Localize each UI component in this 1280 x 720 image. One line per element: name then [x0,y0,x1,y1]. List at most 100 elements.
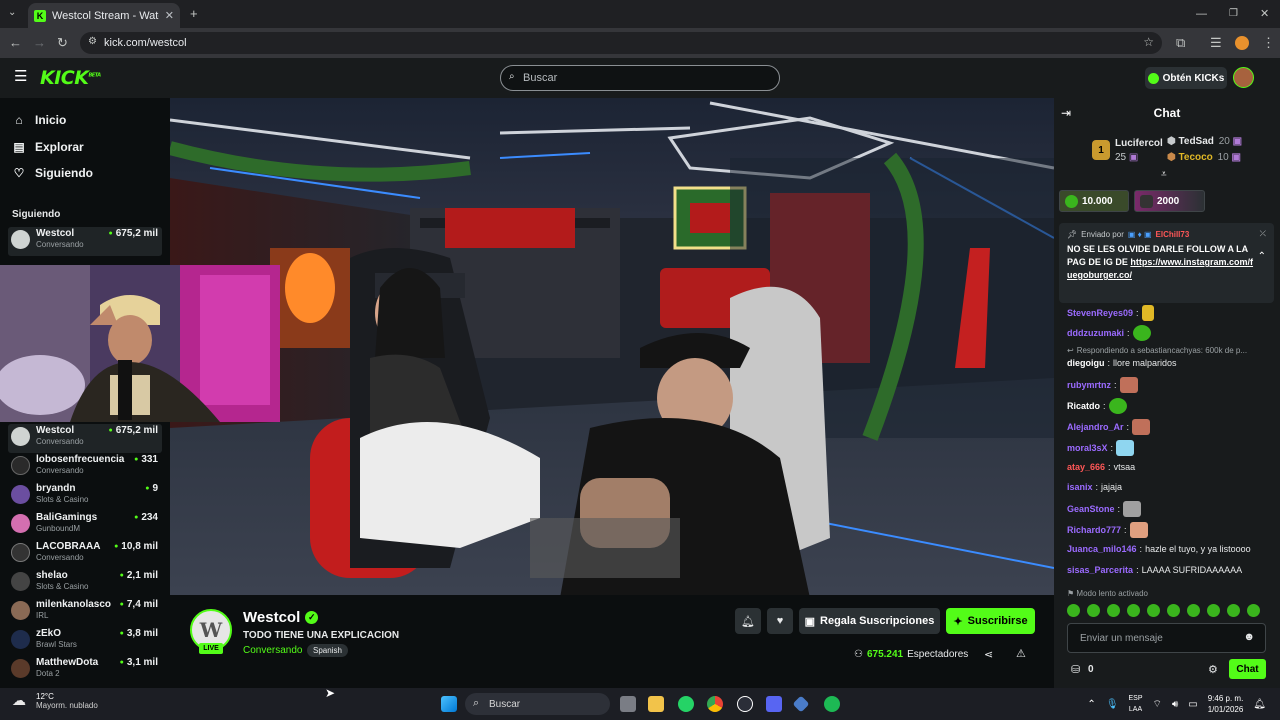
notifications-icon[interactable]: 🔔︎ [1253,699,1266,710]
site-info-icon[interactable]: ⚙ [88,36,97,47]
hamburger-menu-icon[interactable]: ☰ [14,67,27,85]
restore-icon[interactable]: ❐ [1229,0,1238,29]
pinned-sender[interactable]: ElChill73 [1156,230,1190,239]
wifi-icon[interactable]: ⌔ [1153,698,1162,711]
following-channel-westcol[interactable]: Westcol Conversando 675,2 mil [8,227,162,256]
gift-goal[interactable]: 2000 [1134,190,1205,212]
tab-search-icon[interactable]: ⌄ [8,0,16,28]
recommended-channel[interactable]: shelao Slots & Casino 2,1 mil [8,569,162,598]
bookmark-star-icon[interactable]: ☆ [1143,35,1154,49]
chat-username[interactable]: sisas_Parcerita [1067,565,1133,575]
discord-icon[interactable] [766,696,782,712]
chat-send-button[interactable]: Chat [1229,659,1266,679]
recommended-channel[interactable]: LACOBRAAA Conversando 10,8 mil [8,540,162,569]
stream-category[interactable]: Conversando [243,645,302,656]
chat-username[interactable]: atay_666 [1067,462,1105,472]
app-icon[interactable] [792,695,810,713]
spotify-icon[interactable] [824,696,840,712]
recommended-channel[interactable]: milenkanolasco IRL 7,4 mil [8,598,162,627]
nav-explore[interactable]: ▤ Explorar [12,140,83,154]
chat-username[interactable]: Juanca_milo146 [1067,544,1137,554]
leaderboard-entry[interactable]: ⬢ TedSad 20 ▣ [1167,136,1242,147]
chat-username[interactable]: GeanStone [1067,504,1115,514]
chat-settings-icon[interactable]: ⚙ [1208,663,1218,676]
back-icon[interactable]: ← [9,28,22,58]
emote-button[interactable] [1127,604,1140,617]
chat-username[interactable]: dddzuzumaki [1067,328,1124,338]
obs-icon[interactable] [737,696,753,712]
recommended-channel[interactable]: BaliGamings GunboundM 234 [8,511,162,540]
emote-button[interactable] [1247,604,1260,617]
tab-close-icon[interactable]: ✕ [165,9,174,22]
emote-button[interactable] [1067,604,1080,617]
weather-widget[interactable]: ☁ 12°C Mayorm. nublado [12,692,98,710]
reload-icon[interactable]: ↻ [57,28,68,58]
emote-button[interactable] [1167,604,1180,617]
minimize-icon[interactable]: — [1196,0,1207,29]
chat-username[interactable]: diegoigu [1067,358,1105,368]
expand-leaderboard-icon[interactable]: ⩡ [1161,169,1167,180]
close-window-icon[interactable]: ✕ [1260,0,1269,29]
collapse-pinned-icon[interactable]: ⌃ [1258,251,1266,262]
gift-goal[interactable]: 10.000 [1059,190,1129,212]
chrome-icon[interactable] [707,696,723,712]
tray-chevron-icon[interactable]: ⌃ [1087,699,1095,710]
leaderboard-entry[interactable]: ⬢ Tecoco 10 ▣ [1167,152,1241,163]
recommended-channel[interactable]: Westcol Conversando 675,2 mil [8,424,162,453]
nav-home[interactable]: ⌂ Inicio [12,113,66,127]
emote-button[interactable] [1087,604,1100,617]
whatsapp-icon[interactable] [678,696,694,712]
chat-message-input[interactable]: Enviar un mensaje ☻ [1067,623,1266,653]
emote-button[interactable] [1147,604,1160,617]
follow-heart-button[interactable]: ♥ [767,608,793,634]
forward-icon[interactable]: → [33,28,46,58]
share-icon[interactable]: ⋖ [984,648,993,661]
subscribe-button[interactable]: ✦ Suscribirse [946,608,1035,634]
kick-logo[interactable]: KICKBETA [40,67,101,89]
chat-username[interactable]: isanix [1067,482,1093,492]
chat-username[interactable]: StevenReyes09 [1067,308,1133,318]
file-explorer-icon[interactable] [648,696,664,712]
leaderboard-entry[interactable]: Lucifercol [1115,138,1163,149]
emote-button[interactable] [1207,604,1220,617]
emote-button[interactable] [1227,604,1240,617]
video-player[interactable] [170,98,1054,595]
reply-context[interactable]: ↩ Respondiendo a sebastiancachyas: 600k … [1067,346,1247,355]
report-icon[interactable]: ⚠ [1016,647,1026,660]
recommended-channel[interactable]: zEkO Brawl Stars 3,8 mil [8,627,162,656]
notification-bell-button[interactable]: 🔔︎ [735,608,761,634]
start-windows-icon[interactable] [441,696,457,712]
recommended-channel[interactable]: lobosenfrecuencia Conversando 331 [8,453,162,482]
microphone-icon[interactable]: 🎙︎ [1106,699,1119,710]
volume-icon[interactable]: 🔊︎ [1172,699,1178,710]
gift-subs-button[interactable]: ▣ Regala Suscripciones [799,608,940,634]
profile-avatar-icon[interactable] [1235,36,1249,50]
menu-dots-icon[interactable]: ⋮ [1262,28,1275,58]
language-tag[interactable]: Spanish [307,644,348,657]
new-tab-button[interactable]: + [190,0,198,29]
chat-username[interactable]: Alejandro_Ar [1067,422,1124,432]
reading-list-icon[interactable]: ☰ [1210,28,1222,58]
clock[interactable]: 9:46 p. m. 1/01/2026 [1208,693,1244,715]
url-field[interactable]: ⚙ kick.com/westcol ☆ [80,32,1162,54]
extensions-icon[interactable]: ⧉ [1176,28,1185,58]
language-indicator[interactable]: ESP LAA [1129,693,1143,715]
emote-button[interactable] [1107,604,1120,617]
get-kicks-button[interactable]: Obtén KICKs [1145,67,1227,89]
task-view-icon[interactable] [620,696,636,712]
nav-following[interactable]: ♡ Siguiendo [12,166,93,180]
chat-username[interactable]: Ricatdo [1067,401,1100,411]
chat-username[interactable]: Richardo777 [1067,525,1121,535]
user-avatar[interactable] [1233,67,1254,88]
points-icon[interactable]: ⛁ [1071,663,1080,676]
recommended-channel[interactable]: MatthewDota Dota 2 3,1 mil [8,656,162,685]
chat-username[interactable]: rubymrtnz [1067,380,1111,390]
search-input[interactable]: ⌕ Buscar [500,65,780,91]
channel-name[interactable]: Westcol ✓ [243,609,319,626]
chat-username[interactable]: moral3sX [1067,443,1108,453]
emote-button[interactable] [1187,604,1200,617]
unpin-icon[interactable]: ⤫ [1260,229,1266,239]
recommended-channel[interactable]: bryandn Slots & Casino 9 [8,482,162,511]
browser-tab[interactable]: K Westcol Stream - Watch Li... ✕ [28,3,180,28]
taskbar-search[interactable]: ⌕ Buscar [465,693,610,715]
